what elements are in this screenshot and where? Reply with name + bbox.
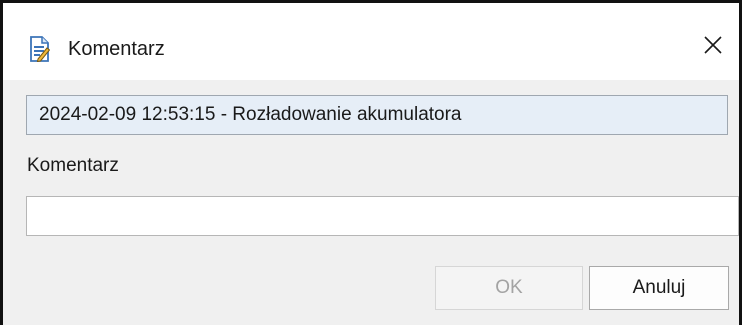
- close-icon[interactable]: [704, 35, 722, 59]
- document-edit-icon: [28, 36, 51, 63]
- dialog-title: Komentarz: [68, 38, 165, 60]
- cancel-button[interactable]: Anuluj: [589, 266, 729, 310]
- comment-input[interactable]: [26, 196, 739, 236]
- title-bar: Komentarz: [3, 3, 739, 80]
- event-info-field: 2024-02-09 12:53:15 - Rozładowanie akumu…: [26, 95, 728, 135]
- ok-button[interactable]: OK: [435, 266, 583, 310]
- close-button[interactable]: [690, 25, 736, 69]
- comment-dialog: Komentarz 2024-02-09 12:53:15 - Rozładow…: [0, 0, 742, 325]
- comment-label: Komentarz: [27, 155, 119, 176]
